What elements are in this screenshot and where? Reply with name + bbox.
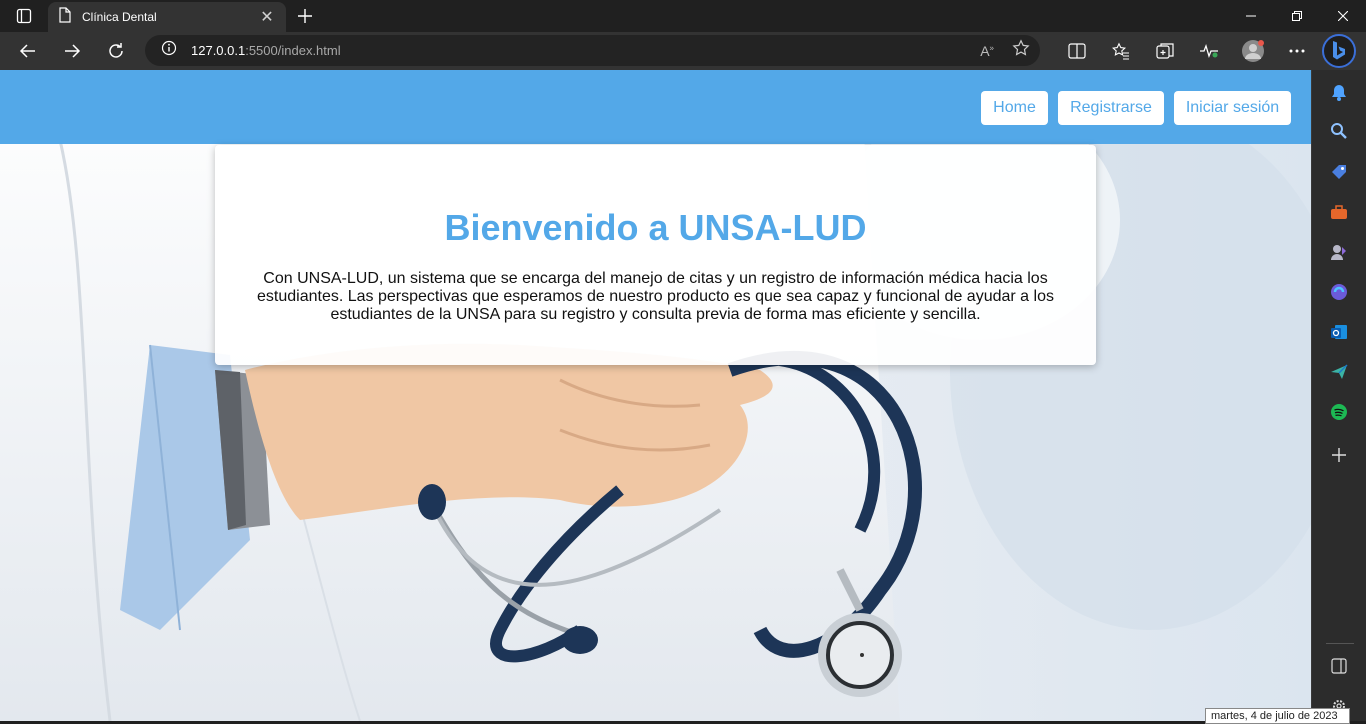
more-menu-icon[interactable] [1275,37,1319,65]
address-bar[interactable]: 127.0.0.1:5500/index.html A» [145,35,1040,66]
favorite-star-icon[interactable] [1012,39,1030,62]
profile-avatar[interactable] [1231,37,1275,65]
copilot-icon[interactable] [1327,280,1351,304]
nav-login-link[interactable]: Iniciar sesión [1174,91,1291,125]
performance-icon[interactable] [1187,37,1231,65]
collections-icon[interactable] [1143,37,1187,65]
url-path: :5500/index.html [245,43,341,58]
read-aloud-icon[interactable]: A» [980,43,994,59]
edge-sidebar [1311,70,1366,721]
minimize-button[interactable] [1228,0,1274,32]
new-tab-button[interactable] [292,4,318,28]
spotify-icon[interactable] [1327,400,1351,424]
date-tooltip: martes, 4 de julio de 2023 [1205,708,1350,724]
bing-copilot-icon[interactable] [1322,34,1356,68]
tab-title: Clínica Dental [82,10,157,24]
site-info-icon[interactable] [161,40,177,61]
outlook-icon[interactable] [1327,320,1351,344]
page-viewport: Home Registrarse Iniciar sesión Bienveni… [0,70,1311,721]
bell-icon[interactable] [1327,80,1351,104]
search-icon[interactable] [1327,119,1351,143]
nav-register-link[interactable]: Registrarse [1058,91,1164,125]
forward-icon[interactable] [58,37,86,65]
close-window-button[interactable] [1320,0,1366,32]
welcome-card: Bienvenido a UNSA-LUD Con UNSA-LUD, un s… [215,145,1096,365]
page-icon [58,6,72,28]
browser-toolbar: 127.0.0.1:5500/index.html A» [0,32,1366,70]
window-controls [1228,0,1366,32]
nav-home-link[interactable]: Home [981,91,1048,125]
sidebar-divider [1326,643,1354,644]
welcome-title: Bienvenido a UNSA-LUD [444,207,867,248]
refresh-icon[interactable] [102,37,130,65]
welcome-description: Con UNSA-LUD, un sistema que se encarga … [257,270,1054,323]
restore-button[interactable] [1274,0,1320,32]
site-header: Home Registrarse Iniciar sesión [0,70,1311,144]
split-screen-icon[interactable] [1055,37,1099,65]
split-panel-icon[interactable] [1327,654,1351,678]
url-host: 127.0.0.1 [191,43,246,58]
send-icon[interactable] [1327,360,1351,384]
favorites-icon[interactable] [1099,37,1143,65]
tag-icon[interactable] [1327,160,1351,184]
games-icon[interactable] [1327,240,1351,264]
close-tab-icon[interactable]: ✕ [258,7,276,27]
tab-bar: Clínica Dental ✕ [0,0,1366,32]
back-icon[interactable] [14,37,42,65]
url-text: 127.0.0.1:5500/index.html [191,43,341,58]
tab-actions-icon[interactable] [8,4,40,28]
browser-tab[interactable]: Clínica Dental ✕ [48,2,286,32]
toolbox-icon[interactable] [1327,200,1351,224]
add-icon[interactable] [1327,443,1351,467]
